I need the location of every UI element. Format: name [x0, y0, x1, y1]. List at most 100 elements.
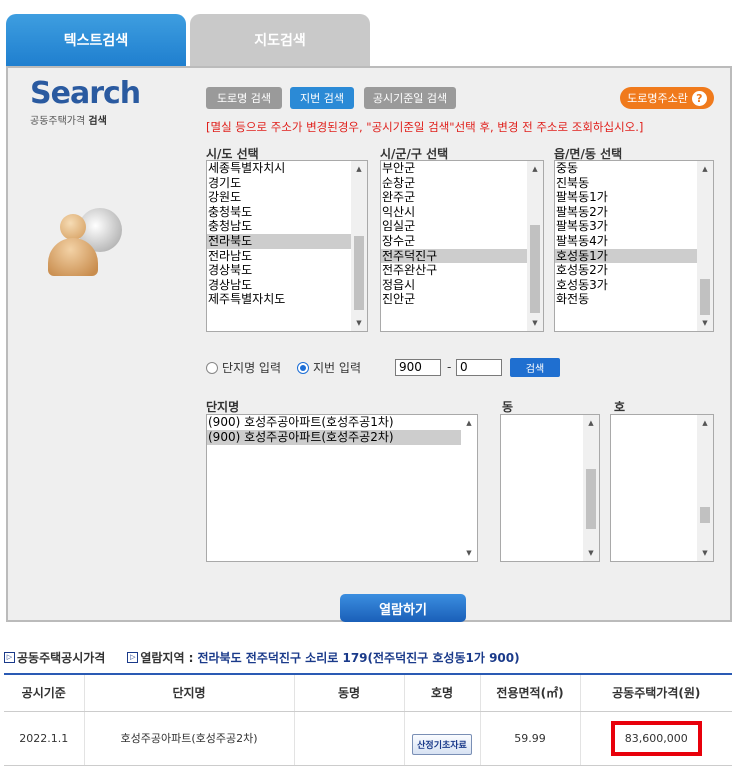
sido-option[interactable]: 전라북도	[207, 233, 367, 249]
eupmyeondong-option[interactable]: 호성동2가	[555, 263, 713, 278]
complex-label: 단지명	[206, 400, 240, 414]
scroll-up-icon[interactable]: ▲	[527, 161, 543, 177]
sigungu-option[interactable]: 전주덕진구	[381, 248, 543, 264]
eupmyeondong-option[interactable]: 호성동3가	[555, 278, 713, 293]
main-number-input[interactable]: 900	[395, 359, 441, 376]
dong-listbox[interactable]: ▲ ▼	[500, 414, 600, 562]
number-dash: -	[447, 360, 452, 374]
eupmyeondong-option[interactable]: 팔복동1가	[555, 190, 713, 205]
eupmyeondong-option[interactable]: 팔복동3가	[555, 219, 713, 234]
sido-option[interactable]: 강원도	[207, 190, 367, 205]
sigungu-scrollbar[interactable]: ▲ ▼	[527, 161, 543, 331]
lot-search-button[interactable]: 검색	[510, 358, 560, 377]
col-header: 단지명	[83, 673, 294, 712]
col-header: 공시기준	[4, 673, 84, 712]
sigungu-option[interactable]: 순창군	[381, 176, 543, 191]
sido-scrollbar[interactable]: ▲ ▼	[351, 161, 367, 331]
eupmyeondong-listbox[interactable]: 중동 진북동 팔복동1가 팔복동2가 팔복동3가 팔복동4가 호성동1가 호성동2가 호성동3가…	[554, 160, 714, 332]
sigungu-option[interactable]: 장수군	[381, 234, 543, 249]
sido-option[interactable]: 충청북도	[207, 205, 367, 220]
sub-number-input[interactable]: 0	[456, 359, 502, 376]
cell-price: 83,600,000	[579, 711, 732, 766]
scroll-down-icon[interactable]: ▼	[351, 315, 367, 331]
complex-option[interactable]: (900) 호성주공아파트(호성주공1차)	[207, 415, 477, 430]
lot-number-search-button[interactable]: 지번 검색	[290, 87, 354, 109]
tab-map-search[interactable]: 지도검색	[190, 14, 370, 66]
cell-date: 2022.1.1	[4, 711, 84, 766]
road-address-guide-button[interactable]: 도로명주소란 ?	[620, 87, 714, 109]
sido-option[interactable]: 경기도	[207, 176, 367, 191]
sido-option[interactable]: 충청남도	[207, 219, 367, 234]
notice-text: [멸실 등으로 주소가 변경된경우, "공시기준일 검색"선택 후, 변경 전 …	[206, 120, 644, 134]
complex-listbox[interactable]: (900) 호성주공아파트(호성주공1차) (900) 호성주공아파트(호성주공2…	[206, 414, 478, 562]
area-value: 전라북도 전주덕진구 소리로 179(전주덕진구 호성동1가 900)	[197, 651, 520, 665]
eupmyeondong-scrollbar[interactable]: ▲ ▼	[697, 161, 713, 331]
cell-dong	[293, 711, 404, 766]
lot-number-radio[interactable]	[297, 361, 310, 374]
sigungu-option[interactable]: 정읍시	[381, 278, 543, 293]
eupmyeondong-option[interactable]: 화전동	[555, 292, 713, 307]
scroll-up-icon[interactable]: ▲	[351, 161, 367, 177]
search-logo: Search	[30, 76, 141, 111]
tab-text-search[interactable]: 텍스트검색	[6, 14, 186, 66]
complex-name-radio[interactable]	[206, 361, 218, 374]
sido-option[interactable]: 세종특별자치시	[207, 161, 367, 176]
price-table: 공시기준 단지명 동명 호명 전용면적(㎡) 공동주택가격(원) 2022.1.…	[4, 673, 732, 766]
eupmyeondong-option[interactable]: 팔복동2가	[555, 205, 713, 220]
sido-option[interactable]: 경상남도	[207, 278, 367, 293]
col-header: 호명	[403, 673, 480, 712]
col-header: 동명	[293, 673, 404, 712]
sigungu-option[interactable]: 진안군	[381, 292, 543, 307]
sigungu-option[interactable]: 임실군	[381, 219, 543, 234]
eupmyeondong-option[interactable]: 호성동1가	[555, 248, 713, 264]
dong-scrollbar[interactable]: ▲ ▼	[583, 415, 599, 561]
lot-number-radio-label[interactable]: 지번 입력	[313, 359, 361, 376]
sigungu-option[interactable]: 완주군	[381, 190, 543, 205]
ho-listbox[interactable]: ▲ ▼	[610, 414, 714, 562]
search-panel: Search 공동주택가격 검색 도로명 검색 지번 검색 공시기준일 검색 도…	[6, 66, 732, 622]
sido-option[interactable]: 전라남도	[207, 249, 367, 264]
road-name-search-button[interactable]: 도로명 검색	[206, 87, 282, 109]
scroll-down-icon[interactable]: ▼	[461, 545, 477, 561]
calculation-basis-button[interactable]: 산정기초자료	[412, 733, 472, 755]
search-subtitle: 공동주택가격 검색	[30, 116, 107, 127]
input-mode-row: 단지명 입력 지번 입력	[206, 359, 361, 376]
cell-complex: 호성주공아파트(호성주공2차)	[83, 711, 294, 766]
scroll-up-icon[interactable]: ▲	[583, 415, 599, 431]
bullet-icon: ▷	[127, 652, 139, 663]
col-header: 전용면적(㎡)	[479, 673, 580, 712]
price-value: 83,600,000	[610, 720, 702, 756]
complex-name-radio-label[interactable]: 단지명 입력	[222, 359, 281, 376]
eupmyeondong-option[interactable]: 팔복동4가	[555, 234, 713, 249]
sido-listbox[interactable]: 세종특별자치시 경기도 강원도 충청북도 충청남도 전라북도 전라남도 경상북도 경상남도 제주특…	[206, 160, 368, 332]
complex-option[interactable]: (900) 호성주공아파트(호성주공2차)	[207, 430, 477, 445]
sigungu-option[interactable]: 익산시	[381, 205, 543, 220]
eupmyeondong-option[interactable]: 진북동	[555, 176, 713, 191]
scroll-down-icon[interactable]: ▼	[697, 545, 713, 561]
scroll-down-icon[interactable]: ▼	[697, 315, 713, 331]
col-header: 공동주택가격(원)	[579, 673, 732, 712]
area-label: 열람지역 :	[140, 651, 194, 665]
user-search-icon	[48, 208, 124, 280]
ho-scrollbar[interactable]: ▲ ▼	[697, 415, 713, 561]
cell-area: 59.99	[479, 711, 580, 766]
reference-date-search-button[interactable]: 공시기준일 검색	[364, 87, 456, 109]
sigungu-option[interactable]: 부안군	[381, 161, 543, 176]
view-button[interactable]: 열람하기	[340, 594, 466, 622]
scroll-down-icon[interactable]: ▼	[527, 315, 543, 331]
scroll-up-icon[interactable]: ▲	[697, 161, 713, 177]
ho-label: 호	[614, 400, 626, 414]
result-info: ▷ 공동주택공시가격 ▷ 열람지역 : 전라북도 전주덕진구 소리로 179(전…	[4, 649, 520, 666]
cell-ho: 산정기초자료	[403, 711, 480, 766]
scroll-down-icon[interactable]: ▼	[583, 545, 599, 561]
table-row: 2022.1.1 호성주공아파트(호성주공2차) 산정기초자료 59.99 83…	[4, 711, 732, 766]
section-label: 공동주택공시가격	[17, 651, 106, 665]
sigungu-option[interactable]: 전주완산구	[381, 263, 543, 278]
eupmyeondong-option[interactable]: 중동	[555, 161, 713, 176]
scroll-up-icon[interactable]: ▲	[461, 415, 477, 431]
question-icon: ?	[691, 90, 707, 106]
sido-option[interactable]: 제주특별자치도	[207, 292, 367, 307]
sido-option[interactable]: 경상북도	[207, 263, 367, 278]
scroll-up-icon[interactable]: ▲	[697, 415, 713, 431]
sigungu-listbox[interactable]: 부안군 순창군 완주군 익산시 임실군 장수군 전주덕진구 전주완산구 정읍시 진안군 ▲ ▼	[380, 160, 544, 332]
